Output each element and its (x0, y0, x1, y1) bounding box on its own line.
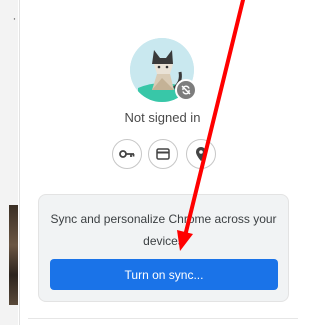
credit-card-icon (156, 148, 170, 160)
payment-methods-button[interactable] (148, 139, 178, 169)
window-edge-glyph: ⸱ (13, 14, 16, 26)
turn-on-sync-button[interactable]: Turn on sync... (50, 259, 278, 290)
passwords-button[interactable] (112, 139, 142, 169)
background-photo (9, 205, 18, 305)
location-pin-icon (196, 147, 206, 161)
sync-off-icon (181, 85, 191, 95)
panel-divider (28, 318, 298, 319)
sync-off-badge-icon (175, 79, 197, 101)
key-icon (119, 150, 135, 158)
addresses-button[interactable] (186, 139, 216, 169)
background-window-edge: ⸱ (0, 0, 18, 325)
sync-promo-card: Sync and personalize Chrome across your … (38, 194, 289, 302)
sign-in-status: Not signed in (124, 110, 201, 125)
sync-description: Sync and personalize Chrome across your … (50, 212, 277, 248)
